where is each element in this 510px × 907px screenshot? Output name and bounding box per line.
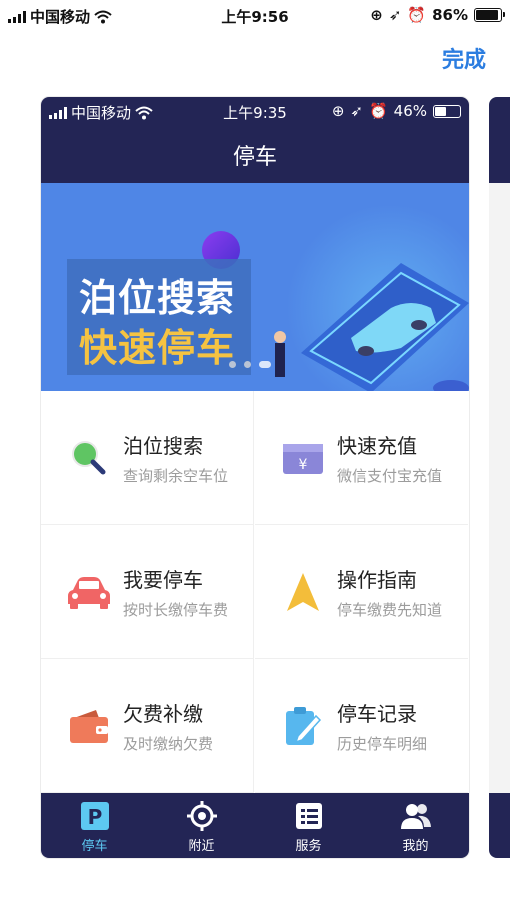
location-icon: ➶ [388,6,402,24]
wallet-card-icon: ¥ [281,436,325,480]
menu-item-guide[interactable]: 操作指南 停车缴费先知道 [255,525,468,659]
navigation-arrow-icon [281,570,325,614]
lock-rotation-icon: ⊕ [370,6,383,24]
menu-title: 操作指南 [337,567,417,592]
menu-title: 停车记录 [337,701,417,726]
menu-item-arrears[interactable]: 欠费补缴 及时缴纳欠费 [41,659,254,793]
status-right: ⊕ ➶ ⏰ 86% [370,6,505,24]
menu-subtitle: 停车缴费先知道 [337,600,443,619]
battery-icon [474,8,505,22]
banner-line-1: 泊位搜索 [79,276,236,320]
battery-percent: 86% [432,6,468,24]
location-target-icon [186,801,217,831]
inner-location-icon: ➶ [350,102,363,120]
tab-services[interactable]: 服务 [255,793,362,858]
menu-title: 欠费补缴 [123,701,203,726]
menu-subtitle: 微信支付宝充值 [337,466,443,485]
menu-item-quick-recharge[interactable]: ¥ 快速充值 微信支付宝充值 [255,391,468,525]
menu-item-berth-search[interactable]: 泊位搜索 查询剩余空车位 [41,391,254,525]
inner-lock-rotation-icon: ⊕ [331,102,345,120]
inner-battery-percent: 46% [393,102,427,120]
svg-text:¥: ¥ [299,457,308,473]
tab-label: 服务 [295,839,322,854]
app-preview-card: 中国移动 上午9:35 ⊕ ➶ ⏰ 46% 停车 泊位搜索 快速停车 泊位搜索 … [41,97,469,858]
svg-text:P: P [87,805,102,829]
magnifier-icon [67,436,111,480]
menu-title: 快速充值 [337,433,417,458]
menu-item-park-now[interactable]: 我要停车 按时长缴停车费 [41,525,254,659]
service-menu-grid: 泊位搜索 查询剩余空车位 ¥ 快速充值 微信支付宝充值 我要停车 按时长缴停车费 [41,391,469,793]
menu-title: 泊位搜索 [123,433,203,458]
list-icon [295,803,322,829]
menu-title: 我要停车 [123,567,203,592]
inner-status-bar: 中国移动 上午9:35 ⊕ ➶ ⏰ 46% [41,100,469,122]
carousel-indicator[interactable] [229,361,271,368]
purse-icon [67,704,111,748]
menu-subtitle: 历史停车明细 [337,734,428,753]
inner-alarm-icon: ⏰ [368,102,388,120]
car-icon [67,570,111,614]
page-title: 停车 [232,145,277,170]
next-card-tabbar [489,793,510,858]
menu-subtitle: 按时长缴停车费 [123,600,229,619]
menu-subtitle: 及时缴纳欠费 [123,734,214,753]
bottom-tab-bar: P 停车 附近 服务 我的 [41,793,469,858]
tab-mine[interactable]: 我的 [362,793,469,858]
edit-note-icon [281,704,325,748]
app-header: 中国移动 上午9:35 ⊕ ➶ ⏰ 46% 停车 [41,97,469,183]
done-button[interactable]: 完成 [442,42,486,74]
inner-status-right: ⊕ ➶ ⏰ 46% [332,102,461,120]
banner-line-2: 快速停车 [79,326,236,370]
inner-battery-icon [433,104,461,118]
menu-subtitle: 查询剩余空车位 [123,466,229,485]
next-preview-card[interactable] [489,97,510,858]
next-card-header [489,97,510,183]
tab-label: 附近 [188,839,215,854]
menu-item-records[interactable]: 停车记录 历史停车明细 [255,659,468,793]
tab-nearby[interactable]: 附近 [148,793,255,858]
promo-banner[interactable]: 泊位搜索 快速停车 [41,183,469,391]
users-icon [400,804,431,829]
phone-car-illustration-icon [274,263,469,391]
tab-label: 停车 [81,839,108,854]
system-status-bar: 中国移动 上午9:56 ⊕ ➶ ⏰ 86% [0,0,510,30]
tab-label: 我的 [402,839,429,854]
parking-icon: P [80,802,109,830]
tab-parking[interactable]: P 停车 [41,793,148,858]
alarm-icon: ⏰ [407,6,427,24]
